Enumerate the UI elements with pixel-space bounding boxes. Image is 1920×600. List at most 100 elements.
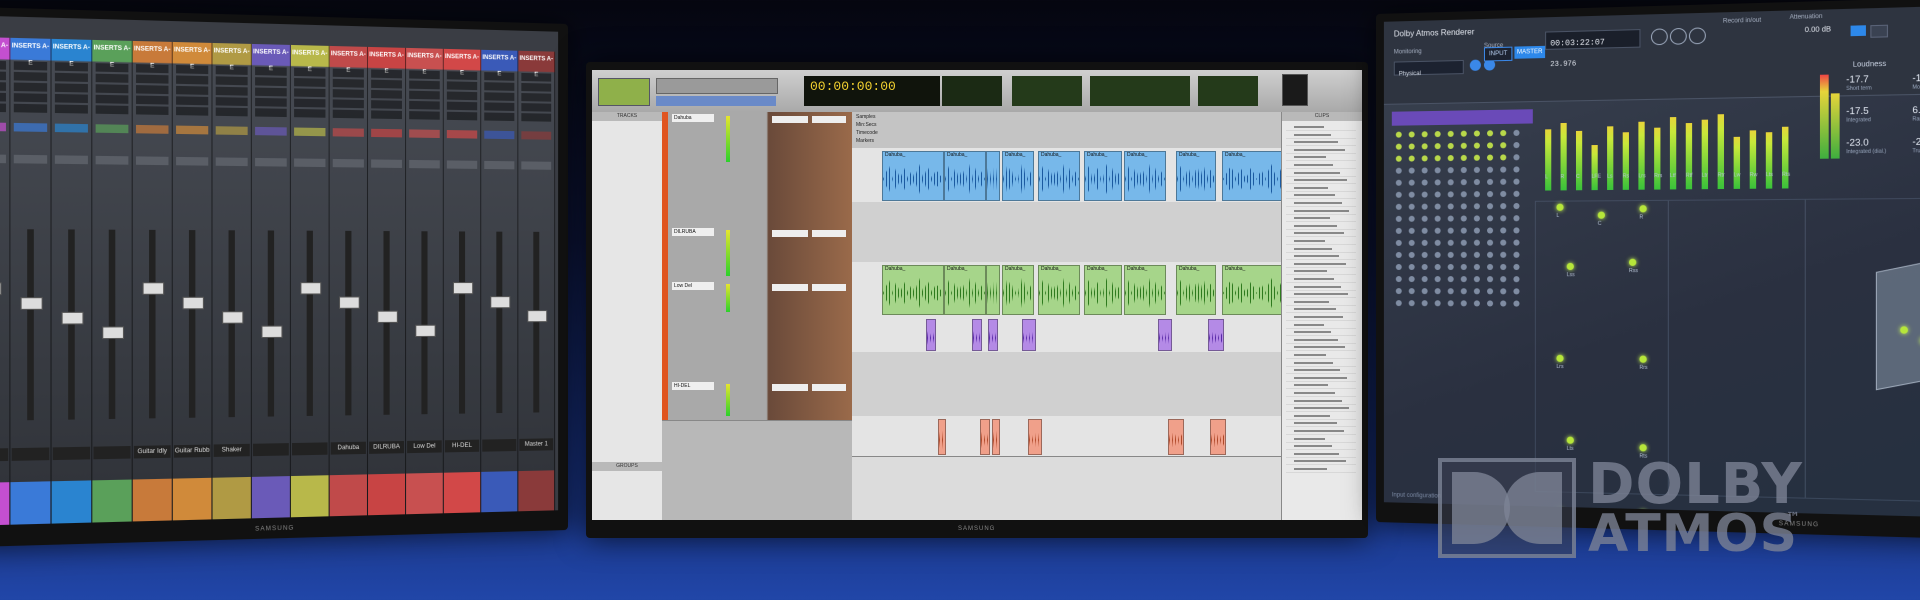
clip-list-row[interactable] — [1286, 230, 1356, 238]
insert-slot[interactable] — [332, 109, 364, 119]
fader-cap[interactable] — [377, 310, 398, 323]
input-dot[interactable] — [1408, 143, 1415, 150]
fader-cap[interactable] — [0, 282, 2, 296]
input-dot[interactable] — [1408, 288, 1415, 295]
input-dot[interactable] — [1395, 191, 1402, 198]
insert-slot[interactable] — [176, 75, 209, 85]
input-dot[interactable] — [1447, 251, 1454, 258]
input-dot[interactable] — [1500, 190, 1507, 198]
send-slot[interactable] — [294, 127, 326, 137]
track-name[interactable]: HI-DEL — [672, 382, 714, 390]
input-dot[interactable] — [1460, 166, 1467, 174]
input-dot[interactable] — [1500, 288, 1507, 295]
input-dot[interactable] — [1460, 276, 1467, 283]
clip-list-row[interactable] — [1286, 261, 1356, 268]
insert-slot[interactable] — [255, 87, 287, 97]
input-dot[interactable] — [1487, 215, 1494, 222]
fader-cap[interactable] — [490, 296, 511, 309]
input-dot[interactable] — [1447, 179, 1454, 186]
input-dot[interactable] — [1434, 155, 1441, 162]
audio-clip[interactable]: Dahuba_ — [1124, 265, 1166, 315]
input-dot[interactable] — [1395, 167, 1402, 174]
input-dot[interactable] — [1421, 131, 1428, 138]
insert-slot[interactable] — [484, 92, 515, 101]
insert-slot[interactable] — [521, 93, 552, 102]
input-dot[interactable] — [1513, 300, 1520, 307]
fader-cap[interactable] — [261, 325, 283, 339]
fader-cap[interactable] — [142, 282, 165, 295]
audio-clip[interactable]: Dahuba_ — [1176, 151, 1216, 201]
input-dot[interactable] — [1447, 276, 1454, 283]
input-dot[interactable] — [1460, 251, 1467, 258]
input-dot[interactable] — [1500, 215, 1507, 222]
input-dot[interactable] — [1395, 251, 1402, 258]
insert-slot[interactable] — [371, 100, 402, 109]
tool-buttons[interactable] — [656, 78, 778, 94]
input-dot[interactable] — [1395, 276, 1402, 283]
insert-slot[interactable] — [215, 65, 248, 75]
input-dot[interactable] — [1473, 203, 1480, 210]
clip-list-row[interactable] — [1286, 147, 1356, 154]
audio-clip[interactable] — [980, 419, 990, 455]
insert-slot[interactable] — [332, 68, 364, 78]
audio-clip[interactable]: Dahuba_ — [1124, 151, 1166, 201]
transport-record-button[interactable] — [1650, 28, 1668, 46]
insert-slot[interactable] — [446, 101, 478, 111]
audio-clip[interactable] — [1022, 319, 1036, 351]
input-dot[interactable] — [1447, 288, 1454, 295]
input-dot[interactable] — [1434, 251, 1441, 258]
audio-clip[interactable] — [1168, 419, 1184, 455]
timeline-rulers[interactable]: Samples Min:Secs Timecode Markers — [852, 112, 1282, 149]
clip-list-row[interactable] — [1286, 223, 1356, 230]
fader-cap[interactable] — [338, 296, 360, 309]
input-dot[interactable] — [1487, 239, 1494, 246]
clip-list-row[interactable] — [1286, 253, 1356, 261]
insert-slot[interactable] — [255, 77, 287, 87]
insert-slot[interactable] — [95, 94, 129, 104]
insert-slot[interactable] — [215, 107, 248, 117]
audio-clip[interactable]: Dahuba_ — [1038, 151, 1080, 201]
input-dot[interactable] — [1487, 154, 1494, 161]
input-dot[interactable] — [1487, 142, 1494, 149]
clip-list-row[interactable] — [1286, 246, 1356, 253]
speaker-icon[interactable] — [1566, 262, 1574, 271]
send-slot[interactable] — [255, 126, 287, 136]
input-dot[interactable] — [1447, 203, 1454, 210]
insert-slot[interactable] — [484, 112, 515, 122]
input-dot[interactable] — [1500, 166, 1507, 173]
insert-slot[interactable] — [332, 99, 364, 109]
clip-list-row[interactable] — [1286, 390, 1356, 397]
send-slot[interactable] — [215, 126, 248, 136]
input-dot[interactable] — [1500, 276, 1507, 283]
send-slot[interactable] — [176, 125, 209, 135]
track-name[interactable]: Dahuba — [672, 114, 714, 122]
output-selector[interactable] — [215, 157, 248, 167]
clip-list-row[interactable] — [1286, 314, 1356, 321]
input-dot[interactable] — [1421, 251, 1428, 258]
fader-cap[interactable] — [61, 311, 84, 325]
input-dot[interactable] — [1421, 155, 1428, 162]
insert-slot[interactable] — [0, 92, 6, 102]
input-dot[interactable] — [1500, 142, 1507, 149]
clip-list-row[interactable] — [1286, 322, 1356, 329]
insert-slot[interactable] — [54, 62, 88, 72]
track-header[interactable] — [662, 166, 852, 227]
input-dot[interactable] — [1460, 142, 1467, 149]
timeline-track[interactable] — [852, 352, 1282, 417]
timeline-track[interactable]: Dahuba_ Dahuba_ Dahuba_ Dahuba_ Dahuba_ Dahub… — [852, 262, 1304, 317]
object-dot[interactable] — [1900, 326, 1908, 334]
output-selector[interactable] — [176, 156, 209, 166]
audio-clip[interactable]: Dahuba_ — [1084, 265, 1122, 315]
input-dot[interactable] — [1421, 191, 1428, 198]
insert-slot[interactable] — [176, 85, 209, 95]
insert-slot[interactable] — [176, 64, 209, 75]
audio-clip[interactable] — [988, 319, 998, 351]
insert-slot[interactable] — [13, 93, 48, 103]
insert-slot[interactable] — [0, 70, 6, 81]
input-dot[interactable] — [1473, 142, 1480, 149]
input-dot[interactable] — [1487, 203, 1494, 210]
input-dot[interactable] — [1395, 203, 1402, 210]
send-slot[interactable] — [136, 124, 169, 134]
input-dot[interactable] — [1408, 155, 1415, 162]
input-dot[interactable] — [1487, 166, 1494, 173]
